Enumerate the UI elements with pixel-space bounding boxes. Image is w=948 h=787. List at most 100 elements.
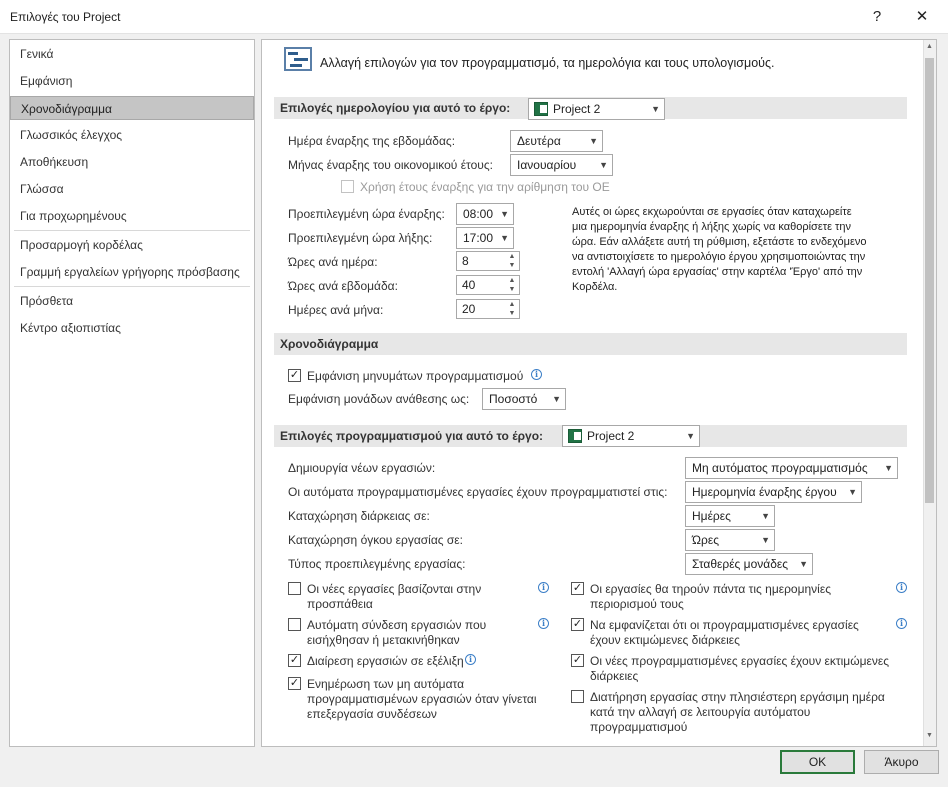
project-file-icon xyxy=(534,102,548,116)
fiscal-month-label: Μήνας έναρξης του οικονομικού έτους: xyxy=(288,158,493,172)
week-start-label: Ημέρα έναρξης της εβδομάδας: xyxy=(288,134,456,148)
default-start-label: Προεπιλεγμένη ώρα έναρξης: xyxy=(288,207,445,221)
auto-scheduled-dropdown[interactable]: Ημερομηνία έναρξης έργου ▼ xyxy=(685,481,862,503)
help-button[interactable]: ? xyxy=(860,2,894,30)
duration-dropdown[interactable]: Ημέρες ▼ xyxy=(685,505,775,527)
section-title: Επιλογές προγραμματισμού για αυτό το έργ… xyxy=(280,429,544,443)
chevron-down-icon: ▼ xyxy=(686,431,695,441)
info-icon: i xyxy=(465,654,476,665)
chevron-down-icon: ▼ xyxy=(848,487,857,497)
spin-arrows-icon[interactable]: ▲ ▼ xyxy=(507,300,517,318)
sidebar-item-general[interactable]: Γενικά xyxy=(10,42,254,66)
cancel-button[interactable]: Άκυρο xyxy=(864,750,939,774)
close-button[interactable]: ✕ xyxy=(905,2,939,30)
default-start-dropdown[interactable]: 08:00 ▼ xyxy=(456,203,514,225)
default-end-label: Προεπιλεγμένη ώρα λήξης: xyxy=(288,231,433,245)
dropdown-value: Σταθερές μονάδες xyxy=(692,557,789,571)
dropdown-value: Ημερομηνία έναρξης έργου xyxy=(692,485,837,499)
hours-per-week-spinner[interactable]: 40 ▲ ▼ xyxy=(456,275,520,295)
hours-per-day-spinner[interactable]: 8 ▲ ▼ xyxy=(456,251,520,271)
chevron-down-icon: ▼ xyxy=(761,535,770,545)
keep-on-workday-checkbox[interactable] xyxy=(571,690,584,703)
default-end-dropdown[interactable]: 17:00 ▼ xyxy=(456,227,514,249)
new-tasks-label: Δημιουργία νέων εργασιών: xyxy=(288,461,436,475)
sidebar-item-quick-access[interactable]: Γραμμή εργαλείων γρήγορης πρόσβασης xyxy=(10,260,254,284)
update-manual-checkbox[interactable]: ✓ xyxy=(288,677,301,690)
scheduling-project-dropdown[interactable]: Project 2 ▼ xyxy=(562,425,700,447)
task-type-label: Τύπος προεπιλεγμένης εργασίας: xyxy=(288,557,466,571)
hours-per-week-label: Ώρες ανά εβδομάδα: xyxy=(288,279,398,293)
work-dropdown[interactable]: Ώρες ▼ xyxy=(685,529,775,551)
dropdown-value: Ώρες xyxy=(692,533,719,547)
spin-arrows-icon[interactable]: ▲ ▼ xyxy=(507,276,517,294)
sidebar-item-schedule[interactable]: Χρονοδιάγραμμα xyxy=(10,96,254,120)
duration-label: Καταχώρηση διάρκειας σε: xyxy=(288,509,430,523)
new-estimated-label: Οι νέες προγραμματισμένες εργασίες έχουν… xyxy=(590,654,889,683)
task-type-dropdown[interactable]: Σταθερές μονάδες ▼ xyxy=(685,553,813,575)
sidebar-divider xyxy=(14,286,250,287)
section-title: Επιλογές ημερολογίου για αυτό το έργο: xyxy=(280,101,511,115)
estimated-durations-checkbox[interactable]: ✓ xyxy=(571,618,584,631)
chevron-down-icon: ▼ xyxy=(500,209,509,219)
dropdown-value: Δευτέρα xyxy=(517,134,561,148)
fiscal-month-dropdown[interactable]: Ιανουαρίου ▼ xyxy=(510,154,613,176)
sidebar-item-proofing[interactable]: Γλωσσικός έλεγχος xyxy=(10,123,254,147)
week-start-dropdown[interactable]: Δευτέρα ▼ xyxy=(510,130,603,152)
dropdown-value: 17:00 xyxy=(463,231,494,245)
days-per-month-spinner[interactable]: 20 ▲ ▼ xyxy=(456,299,520,319)
fiscal-year-label: Χρήση έτους έναρξης για την αρίθμηση του… xyxy=(360,180,610,194)
title-bar xyxy=(0,0,948,34)
calendar-project-dropdown[interactable]: Project 2 ▼ xyxy=(528,98,665,120)
schedule-section-header: Χρονοδιάγραμμα xyxy=(274,333,907,355)
autolink-label: Αυτόματη σύνδεση εργασιών που εισήχθησαν… xyxy=(307,618,487,647)
work-label: Καταχώρηση όγκου εργασίας σε: xyxy=(288,533,463,547)
dropdown-value: 08:00 xyxy=(463,207,494,221)
chevron-down-icon: ▼ xyxy=(761,511,770,521)
effort-driven-checkbox[interactable] xyxy=(288,582,301,595)
info-icon: i xyxy=(896,582,907,593)
chevron-down-icon: ▼ xyxy=(799,559,808,569)
scrollbar-thumb[interactable] xyxy=(925,58,934,503)
default-time-note: Αυτές οι ώρες εκχωρούνται σε εργασίες ότ… xyxy=(572,206,867,293)
dropdown-value: Ποσοστό xyxy=(489,392,538,406)
dropdown-value: Ημέρες xyxy=(692,509,731,523)
show-messages-checkbox[interactable]: ✓ xyxy=(288,369,301,382)
chevron-down-icon: ▼ xyxy=(552,394,561,404)
assignment-units-label: Εμφάνιση μονάδων ανάθεσης ως: xyxy=(288,392,470,406)
scroll-up-icon[interactable]: ▲ xyxy=(926,43,933,50)
autolink-checkbox[interactable] xyxy=(288,618,301,631)
info-icon: i xyxy=(896,618,907,629)
ok-button[interactable]: OK xyxy=(780,750,855,774)
show-messages-label: Εμφάνιση μηνυμάτων προγραμματισμού xyxy=(307,369,524,383)
split-tasks-checkbox[interactable]: ✓ xyxy=(288,654,301,667)
honor-constraints-checkbox[interactable]: ✓ xyxy=(571,582,584,595)
sidebar-item-language[interactable]: Γλώσσα xyxy=(10,177,254,201)
sidebar-item-customize-ribbon[interactable]: Προσαρμογή κορδέλας xyxy=(10,233,254,257)
assignment-units-dropdown[interactable]: Ποσοστό ▼ xyxy=(482,388,566,410)
chevron-down-icon: ▼ xyxy=(599,160,608,170)
schedule-icon xyxy=(284,47,312,71)
spinner-value: 40 xyxy=(462,278,476,292)
dropdown-value: Project 2 xyxy=(553,102,601,116)
sidebar-item-save[interactable]: Αποθήκευση xyxy=(10,150,254,174)
new-tasks-dropdown[interactable]: Μη αυτόματος προγραμματισμός ▼ xyxy=(685,457,898,479)
hours-per-day-label: Ώρες ανά ημέρα: xyxy=(288,255,378,269)
honor-constraints-label: Οι εργασίες θα τηρούν πάντα τις ημερομην… xyxy=(590,582,831,611)
days-per-month-label: Ημέρες ανά μήνα: xyxy=(288,303,384,317)
dropdown-value: Μη αυτόματος προγραμματισμός xyxy=(692,461,868,475)
sidebar-item-trust-center[interactable]: Κέντρο αξιοπιστίας xyxy=(10,316,254,340)
split-tasks-label: Διαίρεση εργασιών σε εξέλιξη xyxy=(307,654,464,668)
auto-scheduled-label: Οι αυτόματα προγραμματισμένες εργασίες έ… xyxy=(288,485,668,499)
spin-arrows-icon[interactable]: ▲ ▼ xyxy=(507,252,517,270)
scroll-down-icon[interactable]: ▼ xyxy=(926,732,933,739)
sidebar-item-addins[interactable]: Πρόσθετα xyxy=(10,289,254,313)
dropdown-value: Project 2 xyxy=(587,429,635,443)
new-estimated-checkbox[interactable]: ✓ xyxy=(571,654,584,667)
info-icon: i xyxy=(538,582,549,593)
options-sidebar: Γενικά Εμφάνιση Χρονοδιάγραμμα Γλωσσικός… xyxy=(9,39,255,747)
fiscal-year-checkbox[interactable] xyxy=(341,180,354,193)
sidebar-divider xyxy=(14,230,250,231)
sidebar-item-display[interactable]: Εμφάνιση xyxy=(10,69,254,93)
info-icon: i xyxy=(531,369,542,380)
sidebar-item-advanced[interactable]: Για προχωρημένους xyxy=(10,204,254,228)
